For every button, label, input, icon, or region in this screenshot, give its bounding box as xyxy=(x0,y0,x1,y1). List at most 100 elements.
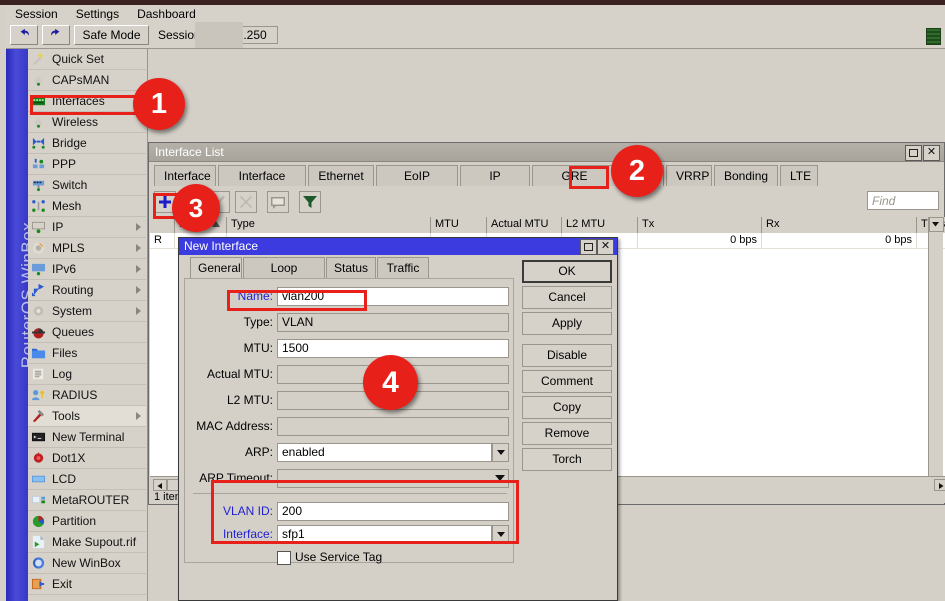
label-mac-address: MAC Address: xyxy=(185,417,273,435)
sidebar-item-make-supout-rif[interactable]: Make Supout.rif xyxy=(28,532,146,553)
tab-status[interactable]: Status xyxy=(326,257,376,278)
maximize-icon[interactable] xyxy=(905,145,922,161)
sidebar-item-label: Quick Set xyxy=(52,52,104,66)
chevron-down-icon xyxy=(930,218,941,229)
grid-vertical-scrollbar[interactable] xyxy=(928,217,943,479)
sidebar-item-ip[interactable]: IP xyxy=(28,217,146,238)
sidebar-item-lcd[interactable]: LCD xyxy=(28,469,146,490)
tab-interface-list[interactable]: Interface List xyxy=(218,165,306,186)
sidebar-item-radius[interactable]: RADIUS xyxy=(28,385,146,406)
tab-general[interactable]: General xyxy=(190,257,242,278)
column-header-actual-mtu[interactable]: Actual MTU xyxy=(487,217,562,233)
column-header-l2-mtu[interactable]: L2 MTU xyxy=(562,217,638,233)
sidebar-item-interfaces[interactable]: Interfaces xyxy=(28,91,146,112)
interface-list-titlebar[interactable]: Interface List ✕ xyxy=(149,143,944,162)
ip-icon xyxy=(31,220,46,234)
menu-dashboard[interactable]: Dashboard xyxy=(128,5,205,22)
input-arp[interactable]: enabled xyxy=(277,443,492,462)
use-service-tag-checkbox[interactable] xyxy=(277,551,291,565)
disable-button[interactable]: Disable xyxy=(522,344,612,367)
sidebar-item-label: Log xyxy=(52,367,72,381)
switch-icon xyxy=(31,178,46,192)
menu-session[interactable]: Session xyxy=(6,5,67,22)
ok-button[interactable]: OK xyxy=(522,260,612,283)
sidebar-item-new-winbox[interactable]: New WinBox xyxy=(28,553,146,574)
chevron-down-icon[interactable] xyxy=(495,475,505,481)
sidebar-item-switch[interactable]: Switch xyxy=(28,175,146,196)
dot1x-icon xyxy=(31,451,46,465)
remove-button[interactable]: Remove xyxy=(522,422,612,445)
input-name[interactable]: vlan200 xyxy=(277,287,509,306)
comment-button[interactable] xyxy=(267,191,289,213)
close-icon[interactable]: ✕ xyxy=(923,145,940,161)
funnel-icon xyxy=(300,192,320,212)
sidebar-item-label: PPP xyxy=(52,157,76,171)
scroll-up-button[interactable] xyxy=(929,217,944,232)
ip-icon xyxy=(31,220,46,234)
tab-vrrp[interactable]: VRRP xyxy=(666,165,712,186)
sidebar-item-label: Tools xyxy=(52,409,80,423)
sidebar-item-files[interactable]: Files xyxy=(28,343,146,364)
safe-mode-button[interactable]: Safe Mode xyxy=(74,25,149,45)
tab-lte[interactable]: LTE xyxy=(780,165,818,186)
scroll-left-button[interactable] xyxy=(153,479,167,491)
sidebar-item-system[interactable]: System xyxy=(28,301,146,322)
tab-gre-tunnel[interactable]: GRE Tunnel xyxy=(532,165,617,186)
sidebar-item-tools[interactable]: Tools xyxy=(28,406,146,427)
column-header-tx[interactable]: Tx xyxy=(638,217,762,233)
new-interface-titlebar[interactable]: New Interface ✕ xyxy=(179,238,617,255)
scroll-right-button[interactable] xyxy=(934,479,945,491)
cancel-button[interactable]: Cancel xyxy=(522,286,612,309)
tab-eoip-tunnel[interactable]: EoIP Tunnel xyxy=(376,165,458,186)
filter-button[interactable] xyxy=(299,191,321,213)
maximize-icon[interactable] xyxy=(580,239,597,255)
find-input[interactable]: Find xyxy=(867,191,939,210)
torch-button[interactable]: Torch xyxy=(522,448,612,471)
sidebar-item-wireless[interactable]: Wireless xyxy=(28,112,146,133)
field-row-type: Type:VLAN xyxy=(185,313,515,332)
copy-button[interactable]: Copy xyxy=(522,396,612,419)
dropdown-interface[interactable] xyxy=(492,525,509,544)
tab-ip-tunnel[interactable]: IP Tunnel xyxy=(460,165,530,186)
chevron-right-icon xyxy=(935,481,945,491)
tab-traffic[interactable]: Traffic xyxy=(377,257,429,278)
sidebar-item-ipv6[interactable]: IPv6 xyxy=(28,259,146,280)
sidebar-item-capsman[interactable]: CAPsMAN xyxy=(28,70,146,91)
desktop-background: Session Settings Dashboard Safe Mode Ses… xyxy=(0,0,945,601)
input-interface[interactable]: sfp1 xyxy=(277,525,492,544)
tab-ethernet[interactable]: Ethernet xyxy=(308,165,374,186)
disable-button[interactable] xyxy=(235,191,257,213)
files-icon xyxy=(31,346,46,360)
sidebar-item-partition[interactable]: Partition xyxy=(28,511,146,532)
sidebar-item-bridge[interactable]: Bridge xyxy=(28,133,146,154)
dropdown-arp[interactable] xyxy=(492,443,509,462)
column-header-type[interactable]: Type xyxy=(227,217,431,233)
tab-bonding[interactable]: Bonding xyxy=(714,165,778,186)
comment-button[interactable]: Comment xyxy=(522,370,612,393)
sidebar-item-exit[interactable]: Exit xyxy=(28,574,146,595)
sidebar-item-queues[interactable]: Queues xyxy=(28,322,146,343)
sidebar-item-new-terminal[interactable]: New Terminal xyxy=(28,427,146,448)
close-icon[interactable]: ✕ xyxy=(597,239,614,255)
sidebar-item-mpls[interactable]: MPLS xyxy=(28,238,146,259)
undo-button[interactable] xyxy=(10,25,38,45)
sidebar-item-metarouter[interactable]: MetaROUTER xyxy=(28,490,146,511)
input-vlan-id[interactable]: 200 xyxy=(277,502,509,521)
tab-interface[interactable]: Interface xyxy=(154,165,216,186)
mpls-icon xyxy=(31,241,46,255)
label-type: Type: xyxy=(185,313,273,331)
column-header-rx[interactable]: Rx xyxy=(762,217,917,233)
sidebar-item-ppp[interactable]: PPP xyxy=(28,154,146,175)
apply-button[interactable]: Apply xyxy=(522,312,612,335)
redo-button[interactable] xyxy=(42,25,70,45)
sidebar-item-routing[interactable]: Routing xyxy=(28,280,146,301)
sidebar-item-quick-set[interactable]: Quick Set xyxy=(28,49,146,70)
sidebar-menu-list: Quick Set CAPsMANInterfacesWirelessBridge… xyxy=(28,49,146,595)
menu-settings[interactable]: Settings xyxy=(67,5,128,22)
sidebar-item-log[interactable]: Log xyxy=(28,364,146,385)
tab-loop-protect[interactable]: Loop Protect xyxy=(243,257,325,278)
sidebar-item-mesh[interactable]: Mesh xyxy=(28,196,146,217)
sidebar-item-dot1x[interactable]: Dot1X xyxy=(28,448,146,469)
column-header-flags[interactable] xyxy=(150,217,175,233)
column-header-mtu[interactable]: MTU xyxy=(431,217,487,233)
